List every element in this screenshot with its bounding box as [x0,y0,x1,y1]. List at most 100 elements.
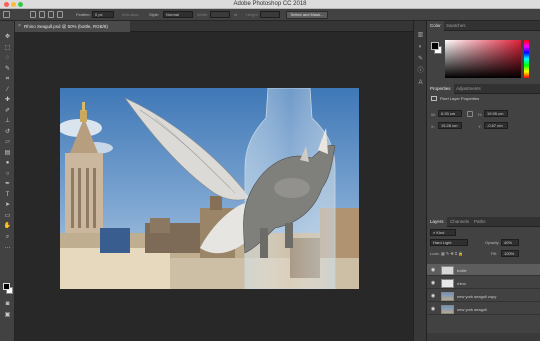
eraser-icon[interactable]: ▱ [3,139,12,146]
tool-preset-icon[interactable] [3,11,10,18]
filter-value: Kind [436,230,445,235]
visibility-eye-icon[interactable]: ◉ [430,293,436,299]
marquee-icon[interactable]: ⬚ [3,45,12,52]
layer-row-rhino[interactable]: ◉ rhino [427,277,540,289]
layer-name[interactable]: rhino [457,281,466,286]
tab-adjustments[interactable]: Adjustments [453,84,484,94]
layer-name[interactable]: new york seagull copy [457,294,496,299]
link-dimensions-icon[interactable] [467,111,473,117]
right-panels: Color Swatches Properties Adjustments Pi… [427,21,540,341]
quick-select-icon[interactable]: ✎ [3,66,12,73]
layer-row-seagull-copy[interactable]: ◉ new york seagull copy [427,290,540,302]
pixel-layer-icon [431,96,437,101]
toolbox: ✥ ⬚ ◌ ✎ ⌗ ⁄ ✚ ✐ ⊥ ↺ ▱ ▤ ● ○ ✒ T ➤ ▭ ✋ ⌕ … ◙ ▣ [0,21,15,341]
lasso-icon[interactable]: ◌ [3,55,12,62]
window-title: Adobe Photoshop CC 2018 [233,1,307,7]
close-tab-icon[interactable]: × [18,21,21,32]
visibility-eye-icon[interactable]: ◉ [430,306,436,312]
new-selection-icon[interactable] [30,11,36,18]
panel-foreground-swatch[interactable] [431,42,439,50]
hand-icon[interactable]: ✋ [3,223,12,230]
tab-layers[interactable]: Layers [427,217,447,227]
tab-paths[interactable]: Paths [471,217,489,227]
panel-dock-strip: ▥ ◐ ✎ ⓘ A [413,21,427,341]
zoom-icon[interactable]: ⌕ [3,234,12,241]
opacity-input[interactable]: 40% [501,239,519,246]
visibility-eye-icon[interactable]: ◉ [430,280,436,286]
gradient-icon[interactable]: ▤ [3,150,12,157]
screen-mode-icon[interactable]: ▣ [3,312,12,319]
lock-icons[interactable]: ▦ ✎ ✥ ⌗ 🔒 [441,251,463,256]
layer-name[interactable]: bottle [457,268,467,273]
layer-thumbnail [441,266,454,275]
fill-input[interactable]: 100% [501,250,519,257]
blur-icon[interactable]: ● [3,160,12,167]
feather-input[interactable]: 0 px [92,11,114,18]
height-input[interactable] [260,11,280,18]
quick-mask-icon[interactable]: ◙ [3,301,12,308]
color-field[interactable] [445,40,521,78]
history-panel-icon[interactable]: ▥ [417,32,424,39]
w-input[interactable]: 6.93 cm [438,110,462,117]
document-tab-title: Rhino Seagull.psd @ 50% (bottle, RGB/8) [24,24,108,29]
hue-slider[interactable] [524,40,529,78]
clone-stamp-icon[interactable]: ⊥ [3,118,12,125]
w-label: W: [431,112,436,117]
visibility-eye-icon[interactable]: ◉ [430,267,436,273]
layers-panel-header: Layers Channels Paths [427,217,540,227]
opacity-label: Opacity: [485,240,500,245]
anti-alias-checkbox[interactable]: Anti-alias [122,12,138,17]
photoshop-window: Adobe Photoshop CC 2018 Feather: 0 px An… [0,0,540,341]
title-bar: Adobe Photoshop CC 2018 [0,0,540,9]
history-brush-icon[interactable]: ↺ [3,129,12,136]
more-tools-icon[interactable]: … [3,244,12,251]
add-selection-icon[interactable] [39,11,45,18]
path-select-icon[interactable]: ➤ [3,202,12,209]
healing-brush-icon[interactable]: ✚ [3,97,12,104]
x-label: X: [431,124,435,129]
lock-row: Lock: ▦ ✎ ✥ ⌗ 🔒 Fill: 100% [427,250,540,258]
pen-icon[interactable]: ✒ [3,181,12,188]
adjustments-panel-icon[interactable]: ◐ [417,44,424,51]
h-input[interactable]: 19.95 cm [484,110,508,117]
x-input[interactable]: 15.28 cm [438,122,462,129]
properties-panel-header: Properties Adjustments [427,84,540,94]
layer-row-bottle[interactable]: ◉ bottle [427,264,540,276]
dodge-icon[interactable]: ○ [3,171,12,178]
crop-icon[interactable]: ⌗ [3,76,12,83]
width-input[interactable] [210,11,230,18]
info-panel-icon[interactable]: ⓘ [417,68,424,75]
move-icon[interactable]: ✥ [3,34,12,41]
foreground-color-swatch[interactable] [3,283,10,290]
tab-properties[interactable]: Properties [427,84,454,94]
eyedropper-icon[interactable]: ⁄ [3,87,12,94]
layer-thumbnail [441,292,454,301]
type-icon[interactable]: T [3,192,12,199]
document-tab[interactable]: × Rhino Seagull.psd @ 50% (bottle, RGB/8… [15,21,130,32]
composite-image [60,88,359,289]
document-canvas[interactable] [60,88,359,289]
blend-mode-select[interactable]: Hard Light [430,239,468,246]
layer-thumbnail [441,305,454,314]
layer-name[interactable]: new york seagull [457,307,487,312]
style-select[interactable]: Normal [163,11,193,18]
tab-color[interactable]: Color [427,21,444,31]
subtract-selection-icon[interactable] [48,11,54,18]
tab-channels[interactable]: Channels [447,217,472,227]
swap-icon[interactable]: ⇄ [234,12,237,17]
layers-footer [427,333,540,341]
options-bar: Feather: 0 px Anti-alias Style: Normal W… [0,9,540,21]
brush-icon[interactable]: ✐ [3,108,12,115]
layer-filter-select[interactable]: ⌕ Kind [430,229,456,236]
shape-icon[interactable]: ▭ [3,213,12,220]
tab-swatches[interactable]: Swatches [443,21,469,31]
brush-panel-icon[interactable]: ✎ [417,56,424,63]
layer-row-seagull[interactable]: ◉ new york seagull [427,303,540,315]
select-and-mask-button[interactable]: Select and Mask... [286,11,328,19]
canvas-area[interactable] [15,32,413,341]
intersect-selection-icon[interactable] [57,11,63,18]
y-input[interactable]: -0.67 cm [484,122,508,129]
lock-label: Lock: [430,251,440,256]
properties-title: Pixel Layer Properties [440,96,480,101]
character-panel-icon[interactable]: A [417,80,424,87]
